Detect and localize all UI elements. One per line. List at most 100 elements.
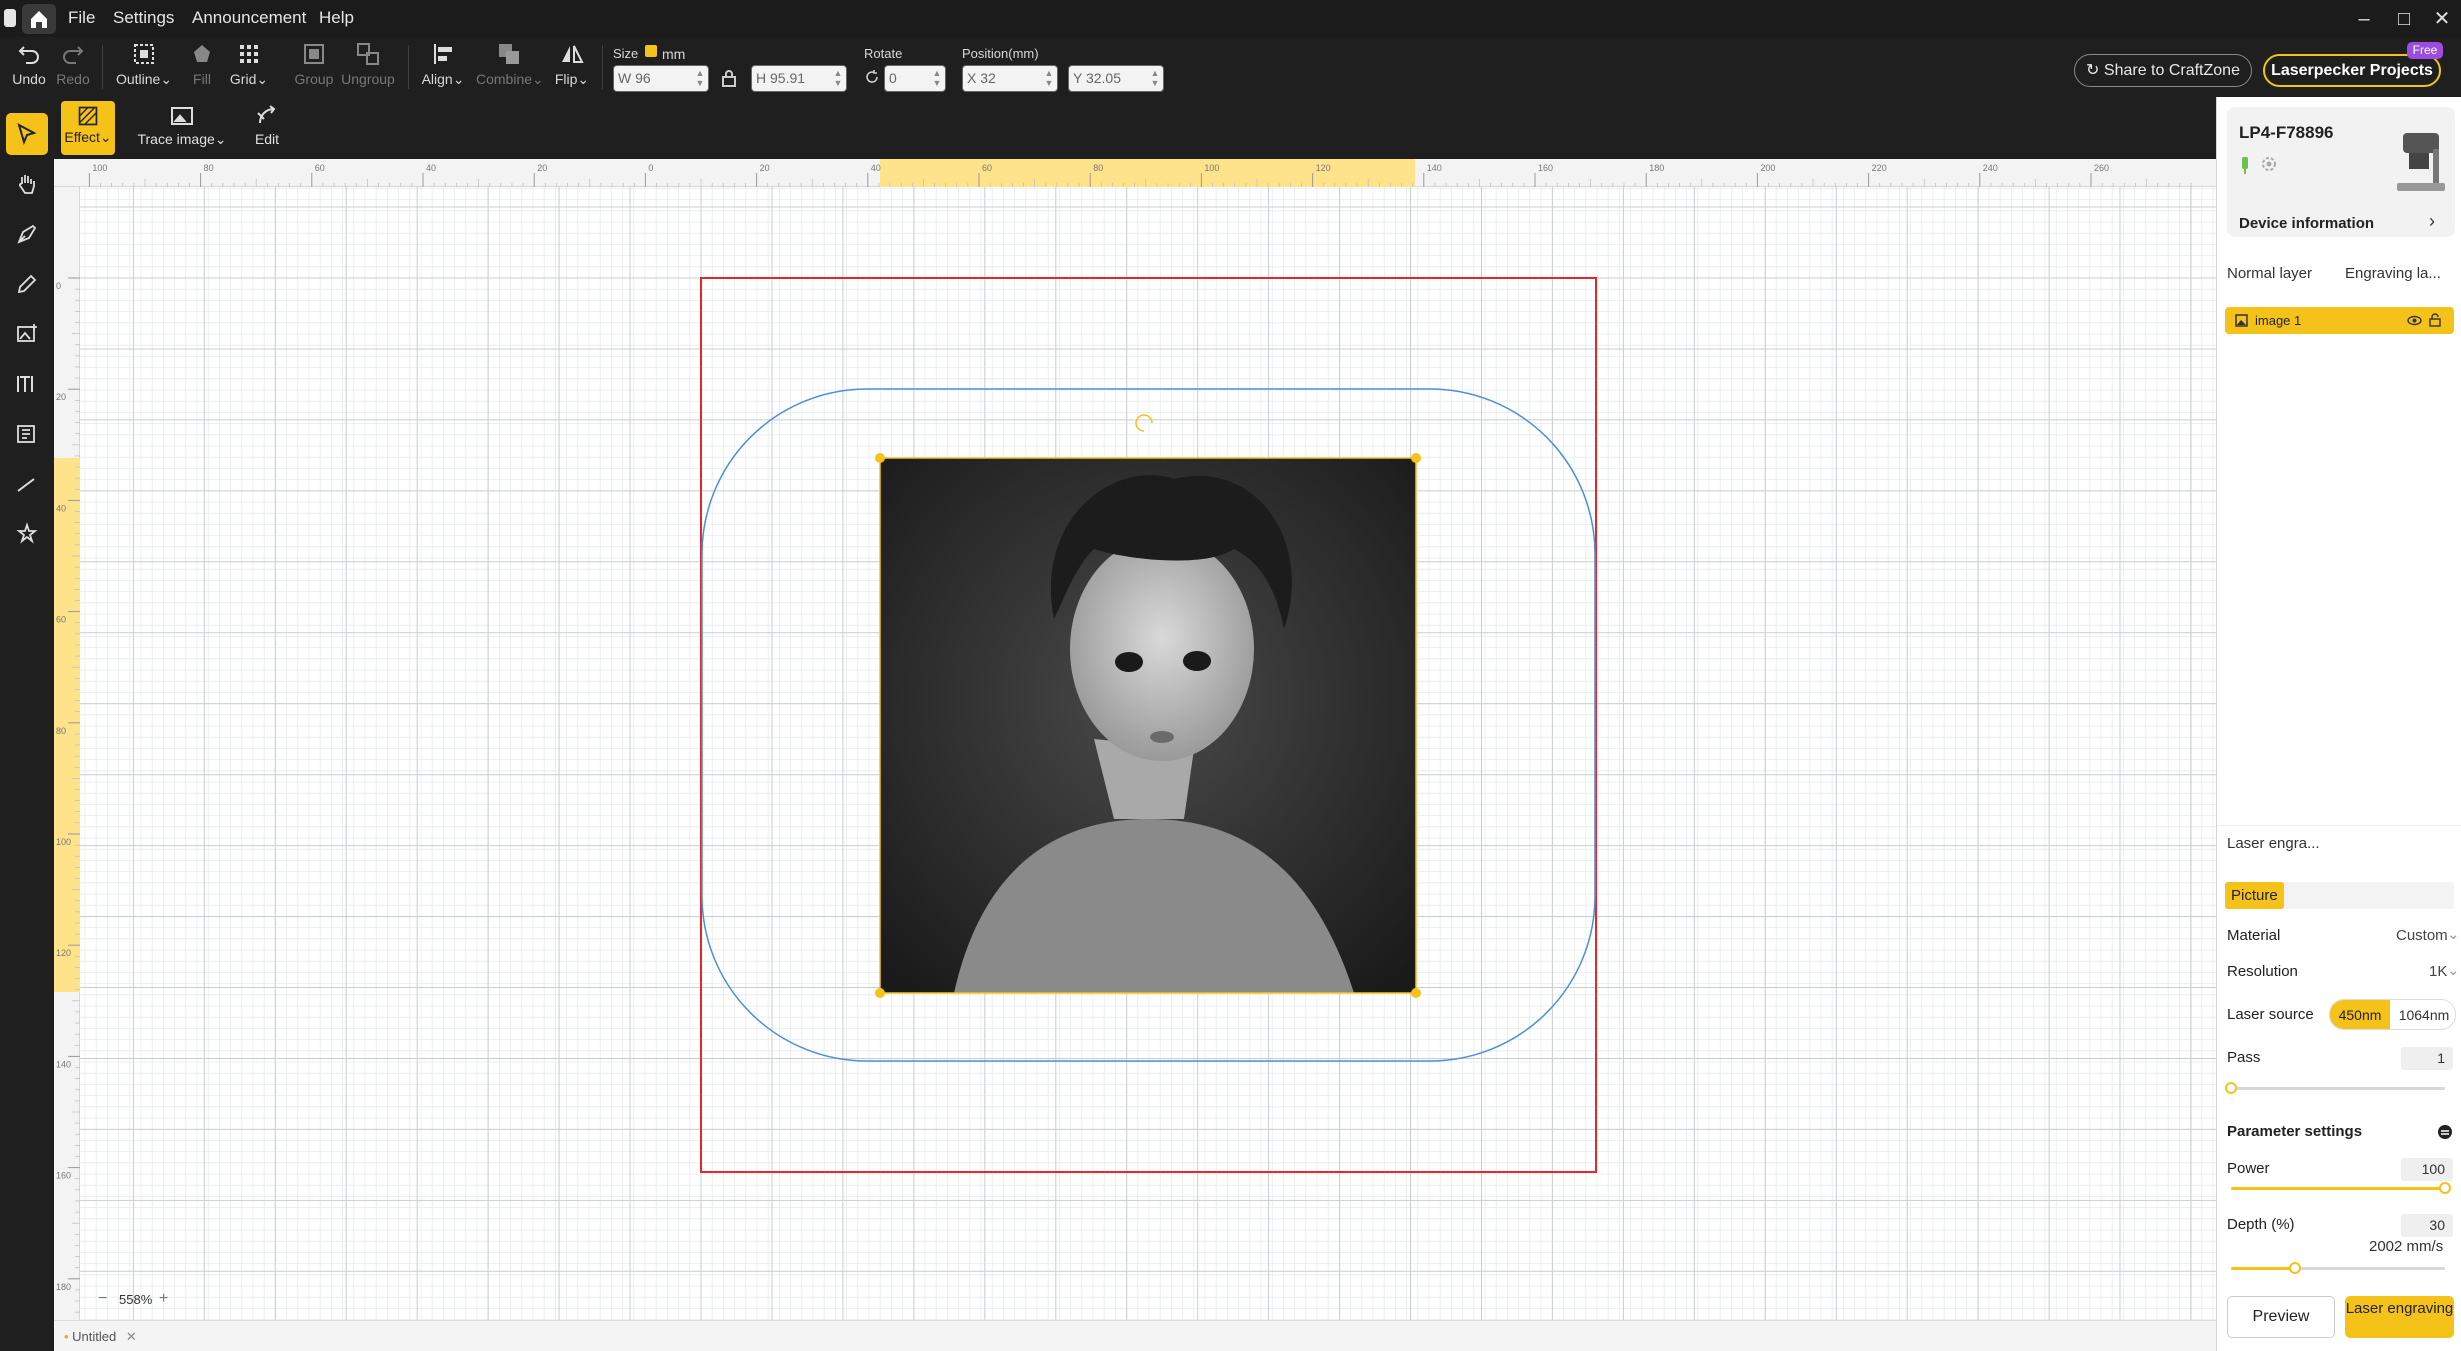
close-tab-icon[interactable]: ✕ — [126, 1329, 137, 1344]
chevron-right-icon: › — [2429, 211, 2435, 231]
share-craftzone-button[interactable]: ↻ Share to CraftZone — [2074, 54, 2252, 87]
text-tool[interactable] — [6, 363, 48, 405]
laser-450nm-option[interactable]: 450nm — [2330, 1000, 2390, 1029]
laser-engraving-label: Laser engraving — [2345, 1300, 2454, 1317]
image-icon — [2235, 314, 2248, 327]
unit-toggle-icon[interactable] — [645, 45, 657, 57]
line-tool[interactable] — [6, 463, 48, 505]
depth-slider-knob[interactable] — [2289, 1262, 2302, 1274]
ungroup-button[interactable]: Ungroup — [340, 41, 396, 87]
text-icon — [17, 376, 33, 392]
rotate-handle-icon[interactable] — [1135, 414, 1153, 432]
spin-arrows-icon[interactable]: ▲ ▼ — [931, 68, 943, 89]
pass-input[interactable]: 1 — [2401, 1047, 2453, 1070]
hand-tool[interactable] — [6, 163, 48, 205]
rotate-field[interactable]: 0 ▲ ▼ — [884, 65, 946, 92]
chevron-down-icon: ⌄ — [2447, 926, 2460, 943]
resize-handle[interactable] — [1411, 988, 1421, 998]
eye-icon[interactable] — [2407, 314, 2422, 327]
rotate-icon — [866, 70, 878, 83]
outline-label: Outline — [115, 71, 161, 87]
fill-button[interactable]: Fill — [186, 41, 218, 87]
spin-arrows-icon[interactable]: ▲ ▼ — [694, 68, 706, 89]
ungroup-label: Ungroup — [341, 71, 395, 87]
close-icon[interactable]: ✕ — [2424, 4, 2460, 34]
layer-item-image-1[interactable]: image 1 — [2225, 307, 2454, 334]
picture-mode-tab[interactable]: Picture — [2225, 882, 2454, 909]
redo-button[interactable]: Redo — [56, 41, 90, 87]
spin-arrows-icon[interactable]: ▲ ▼ — [1043, 68, 1055, 89]
home-button[interactable] — [22, 4, 56, 34]
maximize-icon[interactable]: □ — [2386, 4, 2422, 34]
menu-settings[interactable]: Settings — [113, 8, 174, 28]
pass-slider-knob[interactable] — [2225, 1082, 2237, 1094]
select-tool[interactable] — [6, 113, 48, 155]
home-icon — [31, 11, 47, 28]
device-card[interactable]: LP4-F78896 Device information › — [2227, 107, 2455, 237]
tab-untitled[interactable]: • Untitled ✕ — [64, 1329, 137, 1345]
grid-button[interactable]: Grid⌄ — [228, 41, 270, 88]
resize-handle[interactable] — [875, 453, 885, 463]
zoom-out-icon[interactable]: − — [98, 1290, 107, 1308]
menu-announcement[interactable]: Announcement — [192, 8, 306, 28]
trace-image-button[interactable]: Trace image⌄ — [136, 103, 228, 148]
position-label: Position(mm) — [962, 46, 1039, 61]
parameter-settings-heading: Parameter settings — [2227, 1123, 2363, 1140]
spin-arrows-icon[interactable]: ▲ ▼ — [1149, 68, 1161, 89]
divider — [602, 45, 603, 89]
align-button[interactable]: Align⌄ — [420, 41, 466, 88]
combine-icon — [499, 44, 519, 64]
height-field[interactable]: H 95.91 ▲ ▼ — [751, 65, 847, 92]
battery-icon — [2242, 157, 2248, 174]
image-add-icon — [17, 324, 37, 342]
minimize-icon[interactable]: – — [2346, 4, 2382, 34]
selected-image[interactable] — [875, 414, 1421, 998]
effect-button[interactable]: Effect⌄ — [61, 101, 115, 155]
design-canvas[interactable]: 100 80 60 40 20 0 20 40 60 80 100 120 140 160 180 200 22… — [54, 159, 2216, 1320]
barcode-tool[interactable] — [6, 413, 48, 455]
laser-1064nm-option[interactable]: 1064nm — [2392, 1000, 2455, 1029]
pass-slider[interactable] — [2231, 1087, 2445, 1090]
power-input[interactable]: 100 — [2401, 1158, 2453, 1181]
spin-arrows-icon[interactable]: ▲ ▼ — [832, 68, 844, 89]
resize-handle[interactable] — [1411, 453, 1421, 463]
pen-tool[interactable] — [6, 213, 48, 255]
photo-face — [1070, 537, 1254, 761]
power-slider-knob[interactable] — [2439, 1182, 2451, 1194]
group-button[interactable]: Group — [294, 41, 334, 87]
tab-laser-engraving[interactable]: Laser engra... — [2227, 835, 2320, 852]
resize-handle[interactable] — [875, 988, 885, 998]
undo-button[interactable]: Undo — [12, 41, 46, 87]
laser-engraving-button[interactable]: Laser engraving — [2345, 1296, 2454, 1338]
unsaved-dot-icon: • — [64, 1329, 73, 1344]
shape-tool[interactable] — [6, 513, 48, 555]
material-select[interactable]: Custom — [2396, 927, 2448, 944]
width-field[interactable]: W 96 ▲ ▼ — [613, 65, 709, 92]
fill-icon — [194, 45, 210, 62]
hand-icon — [19, 175, 35, 194]
resolution-select[interactable]: 1K — [2429, 963, 2447, 980]
photo-eye-left — [1115, 652, 1143, 672]
pencil-tool[interactable] — [6, 263, 48, 305]
unlock-icon[interactable] — [2429, 313, 2441, 327]
chevron-down-icon: ⌄ — [2447, 962, 2460, 979]
depth-input[interactable]: 30 — [2401, 1214, 2453, 1237]
outline-button[interactable]: Outline⌄ — [114, 41, 174, 88]
image-tool[interactable] — [6, 313, 48, 355]
cursor-icon — [17, 122, 37, 145]
preview-button[interactable]: Preview — [2227, 1296, 2335, 1338]
device-information-link[interactable]: Device information — [2239, 215, 2374, 232]
zoom-in-icon[interactable]: + — [159, 1290, 168, 1308]
lock-icon[interactable] — [721, 68, 737, 88]
settings-toggle-icon[interactable] — [2437, 1124, 2453, 1140]
pos-x-field[interactable]: X 32 ▲ ▼ — [962, 65, 1058, 92]
combine-button[interactable]: Combine⌄ — [476, 41, 544, 88]
menu-help[interactable]: Help — [319, 8, 354, 28]
flip-button[interactable]: Flip⌄ — [554, 41, 590, 88]
tab-engraving-layer[interactable]: Engraving la... — [2345, 265, 2441, 282]
tab-normal-layer[interactable]: Normal layer — [2227, 265, 2312, 282]
edit-button[interactable]: Edit — [244, 103, 290, 147]
menu-file[interactable]: File — [68, 8, 95, 28]
pos-y-field[interactable]: Y 32.05 ▲ ▼ — [1068, 65, 1164, 92]
settings-gear-icon[interactable] — [2259, 154, 2279, 174]
